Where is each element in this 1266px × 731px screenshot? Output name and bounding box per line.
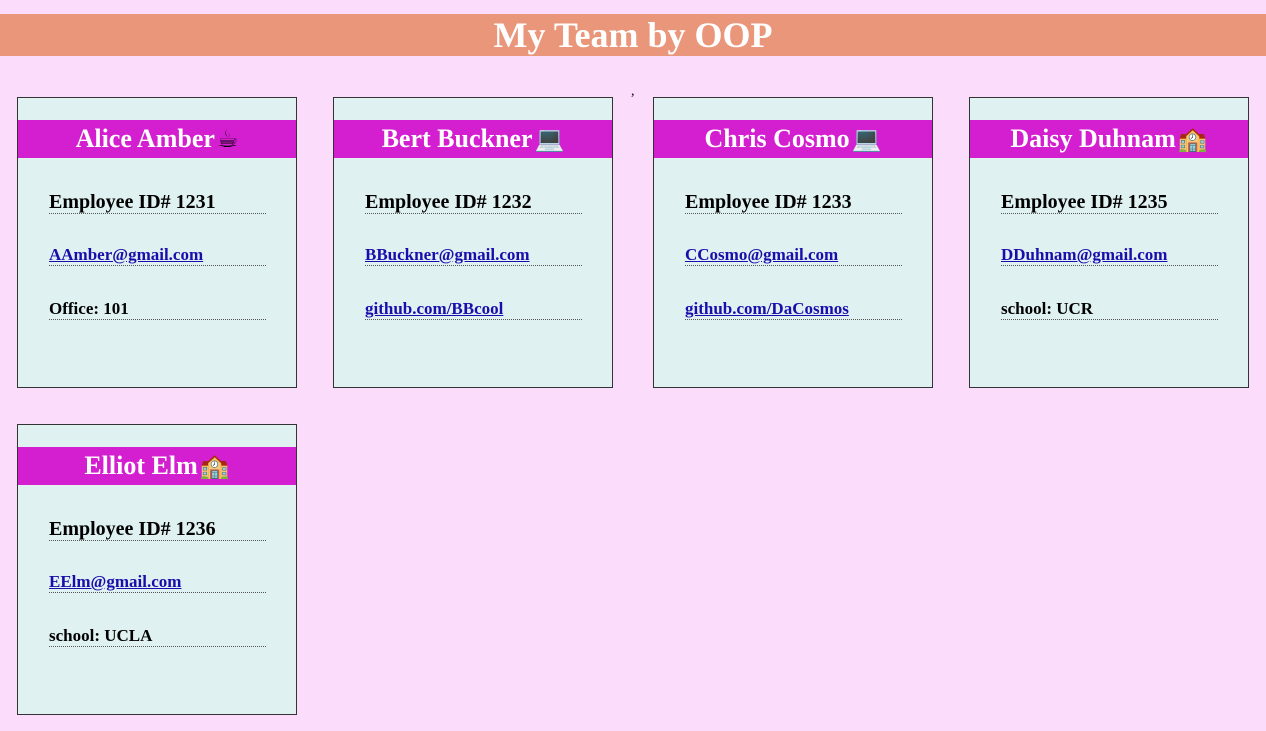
card-body: Employee ID# 1236 EElm@gmail.com school:…: [49, 485, 266, 647]
page-title: My Team by OOP: [493, 15, 773, 55]
employee-email-row: AAmber@gmail.com: [49, 244, 266, 266]
employee-card: Bert Buckner 💻 Employee ID# 1232 BBuckne…: [333, 97, 613, 388]
employee-card: Chris Cosmo 💻 Employee ID# 1233 CCosmo@g…: [653, 97, 933, 388]
school-name: school: UCR: [1001, 298, 1218, 320]
employee-card: Elliot Elm 🏫 Employee ID# 1236 EElm@gmai…: [17, 424, 297, 715]
card-body: Employee ID# 1231 AAmber@gmail.com Offic…: [49, 158, 266, 320]
card-header: Elliot Elm 🏫: [18, 447, 296, 485]
email-link[interactable]: BBuckner@gmail.com: [365, 245, 530, 264]
employee-card: Daisy Duhnam 🏫 Employee ID# 1235 DDuhnam…: [969, 97, 1249, 388]
stray-mark: ,: [631, 84, 635, 99]
email-link[interactable]: DDuhnam@gmail.com: [1001, 245, 1167, 264]
card-header: Daisy Duhnam 🏫: [970, 120, 1248, 158]
laptop-icon: 💻: [851, 125, 882, 153]
github-row: github.com/DaCosmos: [685, 298, 902, 320]
github-link[interactable]: github.com/BBcool: [365, 299, 503, 318]
card-header: Alice Amber ☕: [18, 120, 296, 158]
school-name: school: UCLA: [49, 625, 266, 647]
school-icon: 🏫: [199, 452, 230, 480]
employee-email-row: DDuhnam@gmail.com: [1001, 244, 1218, 266]
email-link[interactable]: AAmber@gmail.com: [49, 245, 203, 264]
employee-id: Employee ID# 1231: [49, 190, 266, 214]
employee-name: Alice Amber: [75, 124, 215, 153]
card-header: Chris Cosmo 💻: [654, 120, 932, 158]
email-link[interactable]: EElm@gmail.com: [49, 572, 181, 591]
employee-id: Employee ID# 1236: [49, 517, 266, 541]
employee-name: Bert Buckner: [381, 124, 533, 153]
github-row: github.com/BBcool: [365, 298, 582, 320]
employee-id: Employee ID# 1235: [1001, 190, 1218, 214]
employee-email-row: CCosmo@gmail.com: [685, 244, 902, 266]
employee-card: Alice Amber ☕ Employee ID# 1231 AAmber@g…: [17, 97, 297, 388]
school-icon: 🏫: [1177, 125, 1208, 153]
email-link[interactable]: CCosmo@gmail.com: [685, 245, 838, 264]
employee-id: Employee ID# 1232: [365, 190, 582, 214]
employee-name: Chris Cosmo: [704, 124, 850, 153]
page-header: My Team by OOP: [0, 14, 1266, 56]
card-body: Employee ID# 1232 BBuckner@gmail.com git…: [365, 158, 582, 320]
employee-name: Daisy Duhnam: [1010, 124, 1176, 153]
github-link[interactable]: github.com/DaCosmos: [685, 299, 849, 318]
coffee-icon: ☕: [216, 125, 239, 153]
card-header: Bert Buckner 💻: [334, 120, 612, 158]
laptop-icon: 💻: [534, 125, 565, 153]
office-number: Office: 101: [49, 298, 266, 320]
card-body: Employee ID# 1235 DDuhnam@gmail.com scho…: [1001, 158, 1218, 320]
card-body: Employee ID# 1233 CCosmo@gmail.com githu…: [685, 158, 902, 320]
employee-email-row: EElm@gmail.com: [49, 571, 266, 593]
employee-email-row: BBuckner@gmail.com: [365, 244, 582, 266]
employee-name: Elliot Elm: [84, 451, 198, 480]
employee-id: Employee ID# 1233: [685, 190, 902, 214]
